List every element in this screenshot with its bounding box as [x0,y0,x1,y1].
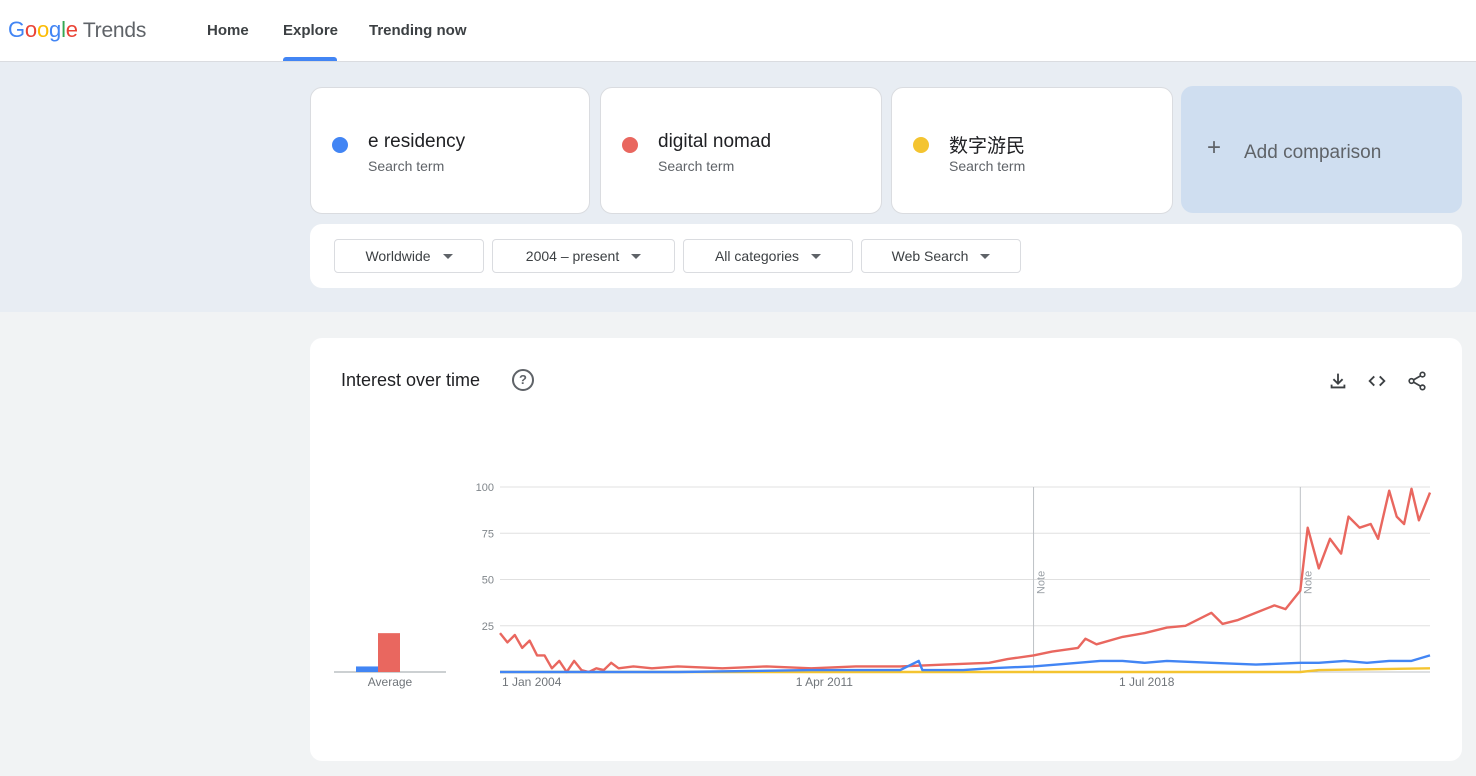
term-name: e residency [368,131,466,152]
interest-over-time-card: Interest over time ? 25 50 75 100 1 Jan 2004… [310,338,1462,761]
filter-search-type-dropdown[interactable]: Web Search [861,239,1021,273]
nav-home-label: Home [207,22,249,39]
caret-down-icon [442,253,453,259]
term-card-digital-nomad[interactable]: digital nomad Search term [600,87,882,214]
note-marker-label: Note [1302,571,1314,594]
filter-category-dropdown[interactable]: All categories [683,239,853,273]
x-tick-label: 1 Jul 2018 [1119,675,1175,689]
caret-down-icon [631,253,642,259]
filter-label: All categories [714,248,800,264]
average-bar [378,633,400,672]
term-name: digital nomad [658,131,772,152]
plus-icon: + [1207,134,1222,161]
y-tick-label: 25 [482,621,494,633]
term-name: 数字游民 [949,136,1026,157]
term-color-dot [913,137,929,153]
y-tick-label: 50 [482,575,494,587]
term-color-dot [622,137,638,153]
caret-down-icon [980,253,991,259]
nav-home[interactable]: Home [207,0,249,61]
term-type: Search term [368,158,445,174]
nav-trending-label: Trending now [369,22,467,39]
nav-active-indicator [283,57,337,61]
logo-google: Google [8,17,78,42]
filter-label: Web Search [891,248,969,264]
add-comparison-label: Add comparison [1244,142,1382,163]
interest-chart: 25 50 75 100 1 Jan 2004 1 Apr 2011 1 Jul 2018 N… [334,482,1432,689]
y-tick-label: 75 [482,528,494,540]
nav-trending-now[interactable]: Trending now [369,0,467,61]
filter-region-dropdown[interactable]: Worldwide [334,239,484,273]
term-card-e-residency[interactable]: e residency Search term [310,87,590,214]
filter-label: Worldwide [365,248,431,264]
x-tick-label: 1 Jan 2004 [502,675,562,689]
caret-down-icon [811,253,822,259]
filter-time-dropdown[interactable]: 2004 – present [492,239,675,273]
term-color-dot [332,137,348,153]
series-line [499,487,1432,674]
google-trends-logo[interactable]: Google Trends [8,17,146,43]
average-bar [356,666,378,672]
filter-bar: Worldwide 2004 – present All categories … [310,224,1462,288]
average-label: Average [368,675,413,689]
term-card-shuzi-youmin[interactable]: 数字游民 Search term [891,87,1173,214]
term-type: Search term [949,158,1026,174]
term-type: Search term [658,158,735,174]
note-marker-label: Note [1036,571,1048,594]
logo-trends: Trends [82,19,147,42]
top-bar: Google Trends Home Explore Trending now [0,0,1476,62]
y-tick-label: 100 [476,482,494,494]
nav-explore-label: Explore [283,22,339,39]
x-tick-label: 1 Apr 2011 [796,675,853,689]
nav-explore[interactable]: Explore [283,0,338,61]
add-comparison-button[interactable]: + Add comparison [1181,86,1462,213]
filter-label: 2004 – present [525,248,620,264]
